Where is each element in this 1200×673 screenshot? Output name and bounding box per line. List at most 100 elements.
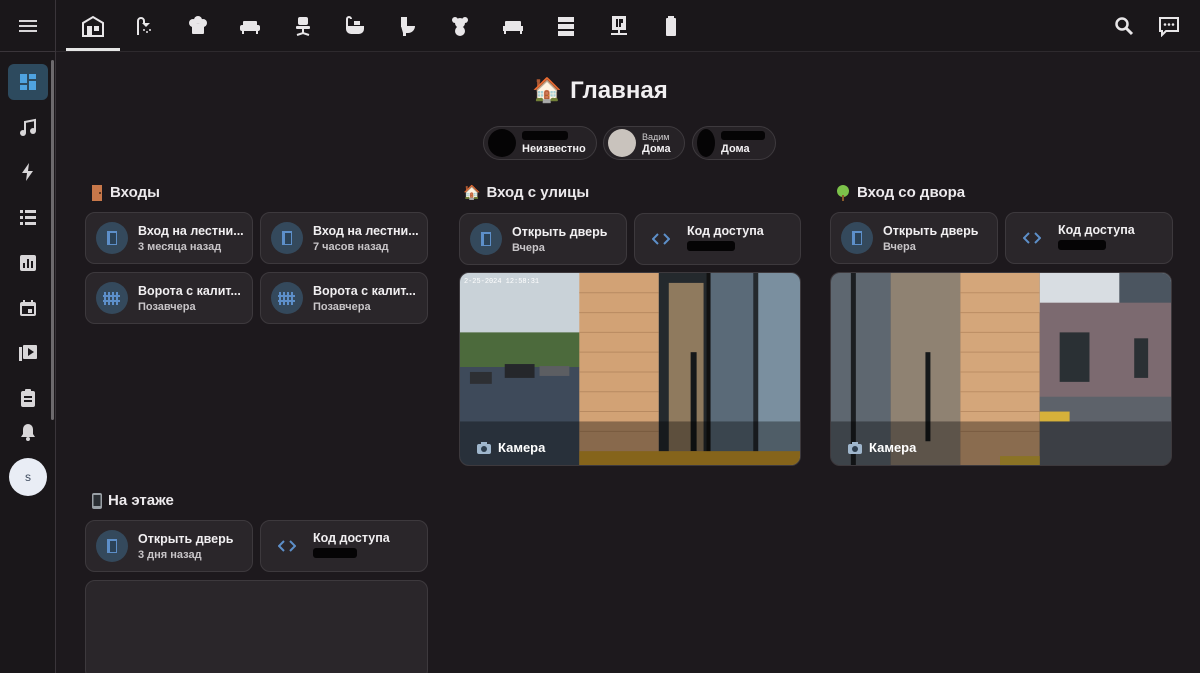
server-icon: [558, 17, 574, 36]
person-name: Вадим: [642, 132, 670, 142]
tile-icon-badge: [271, 530, 303, 562]
camera-yard[interactable]: Камера: [830, 272, 1172, 466]
camera-label-text: Камера: [869, 440, 917, 455]
gate-icon: [278, 292, 295, 305]
camera-street[interactable]: 2-25-2024 12:58:31 Камера: [459, 272, 801, 466]
menu-button[interactable]: [0, 0, 56, 52]
tab-server[interactable]: [550, 10, 582, 42]
tab-toilet[interactable]: [392, 10, 424, 42]
tile-state: 3 месяца назад: [138, 240, 222, 253]
house-emoji-icon: 🏠: [532, 77, 563, 104]
section-heading-yard: Вход со двора: [835, 184, 965, 201]
person-name: [522, 131, 586, 143]
sidebar-scrollbar[interactable]: [51, 60, 54, 420]
section-heading-street: 🏠 Вход с улицы: [463, 184, 589, 201]
person-chip[interactable]: Неизвестно: [483, 126, 597, 160]
page-title: 🏠 Главная: [0, 76, 1200, 105]
sidebar-item-media[interactable]: [8, 335, 48, 371]
top-tab-bar: [56, 0, 1200, 52]
gate-icon: [103, 292, 120, 305]
sofa-icon: [240, 21, 260, 34]
teddy-bear-icon: [452, 17, 468, 36]
tile-state-redacted: [1058, 240, 1135, 253]
search-icon: [1115, 17, 1134, 36]
yard-access-code-tile[interactable]: Код доступа: [1005, 212, 1173, 264]
tab-battery[interactable]: [655, 10, 687, 42]
tile-name: Код доступа: [313, 531, 390, 545]
camera-icon: [477, 441, 491, 454]
tab-kids-room[interactable]: [444, 10, 476, 42]
person-chip[interactable]: Вадим Дома: [603, 126, 685, 160]
tile-name: Ворота с калит...: [313, 283, 416, 298]
person-avatar: [488, 129, 516, 157]
section-title: Вход со двора: [857, 184, 966, 201]
tile-name: Открыть дверь: [883, 223, 979, 238]
battery-icon: [666, 16, 676, 36]
sidebar-item-logbook[interactable]: [8, 199, 48, 235]
tile-state: Позавчера: [313, 300, 371, 313]
tab-office[interactable]: [287, 10, 319, 42]
tab-bathroom-shower[interactable]: [129, 10, 161, 42]
person-state: Дома: [721, 143, 750, 155]
tab-bedroom[interactable]: [497, 10, 529, 42]
tree-emoji-icon: [837, 184, 849, 201]
floor-camera-card[interactable]: [85, 580, 428, 673]
camera-yard-image: [831, 273, 1171, 465]
camera-label-text: Камера: [498, 440, 546, 455]
street-access-code-tile[interactable]: Код доступа: [634, 213, 801, 265]
person-state: Дома: [642, 143, 671, 155]
tile-icon-badge: [645, 223, 677, 255]
sidebar-item-energy[interactable]: [8, 154, 48, 190]
chef-hat-icon: [189, 16, 207, 34]
entrance-stairs-tile[interactable]: Вход на лестни... 3 месяца назад: [85, 212, 253, 264]
camera-icon: [848, 441, 862, 454]
floor-access-code-tile[interactable]: Код доступа: [260, 520, 428, 572]
tile-state: 3 дня назад: [138, 548, 202, 561]
tab-kitchen[interactable]: [182, 10, 214, 42]
person-name: [721, 131, 765, 143]
tile-icon-badge: [96, 222, 128, 254]
tab-bathroom[interactable]: [339, 10, 371, 42]
bathtub-icon: [346, 16, 364, 34]
assist-button[interactable]: [1153, 10, 1185, 42]
entrance-stairs-tile[interactable]: Вход на лестни... 7 часов назад: [260, 212, 428, 264]
person-chip[interactable]: Дома: [692, 126, 776, 160]
tile-name: Код доступа: [1058, 223, 1135, 237]
lightning-icon: [22, 163, 33, 181]
sidebar-item-todo[interactable]: [8, 380, 48, 416]
tile-name: Ворота с калит...: [138, 283, 241, 298]
sidebar-item-calendar[interactable]: [8, 290, 48, 326]
gate-tile[interactable]: Ворота с калит... Позавчера: [85, 272, 253, 324]
door-icon: [107, 539, 117, 553]
page-title-text: Главная: [570, 77, 668, 104]
section-heading-floor: На этаже: [92, 492, 174, 509]
person-avatar: [608, 129, 636, 157]
tile-icon-badge: [96, 530, 128, 562]
ip-network-icon: [611, 16, 627, 35]
active-tab-indicator: [66, 48, 120, 51]
floor-open-door-tile[interactable]: Открыть дверь 3 дня назад: [85, 520, 253, 572]
tile-icon-badge: [1016, 222, 1048, 254]
yard-open-door-tile[interactable]: Открыть дверь Вчера: [830, 212, 998, 264]
section-title: Вход с улицы: [486, 184, 590, 201]
sidebar-item-music[interactable]: [8, 110, 48, 146]
house-emoji-icon: 🏠: [463, 184, 481, 200]
person-avatar: [697, 129, 715, 157]
search-button[interactable]: [1108, 10, 1140, 42]
gate-tile[interactable]: Ворота с калит... Позавчера: [260, 272, 428, 324]
sidebar-item-history[interactable]: [8, 245, 48, 281]
door-icon: [107, 231, 117, 245]
door-icon: [481, 232, 491, 246]
tile-state: Позавчера: [138, 300, 196, 313]
camera-street-image: 2-25-2024 12:58:31: [460, 273, 800, 465]
street-open-door-tile[interactable]: Открыть дверь Вчера: [459, 213, 627, 265]
tab-home[interactable]: [77, 10, 109, 42]
camera-timestamp: 2-25-2024 12:58:31: [464, 278, 539, 286]
calendar-icon: [20, 300, 36, 316]
tile-name: Открыть дверь: [512, 224, 608, 239]
tab-living-room[interactable]: [234, 10, 266, 42]
sidebar-item-notifications[interactable]: [8, 414, 48, 450]
tab-network[interactable]: [603, 10, 635, 42]
user-avatar[interactable]: s: [9, 458, 47, 496]
shower-icon: [137, 17, 151, 35]
